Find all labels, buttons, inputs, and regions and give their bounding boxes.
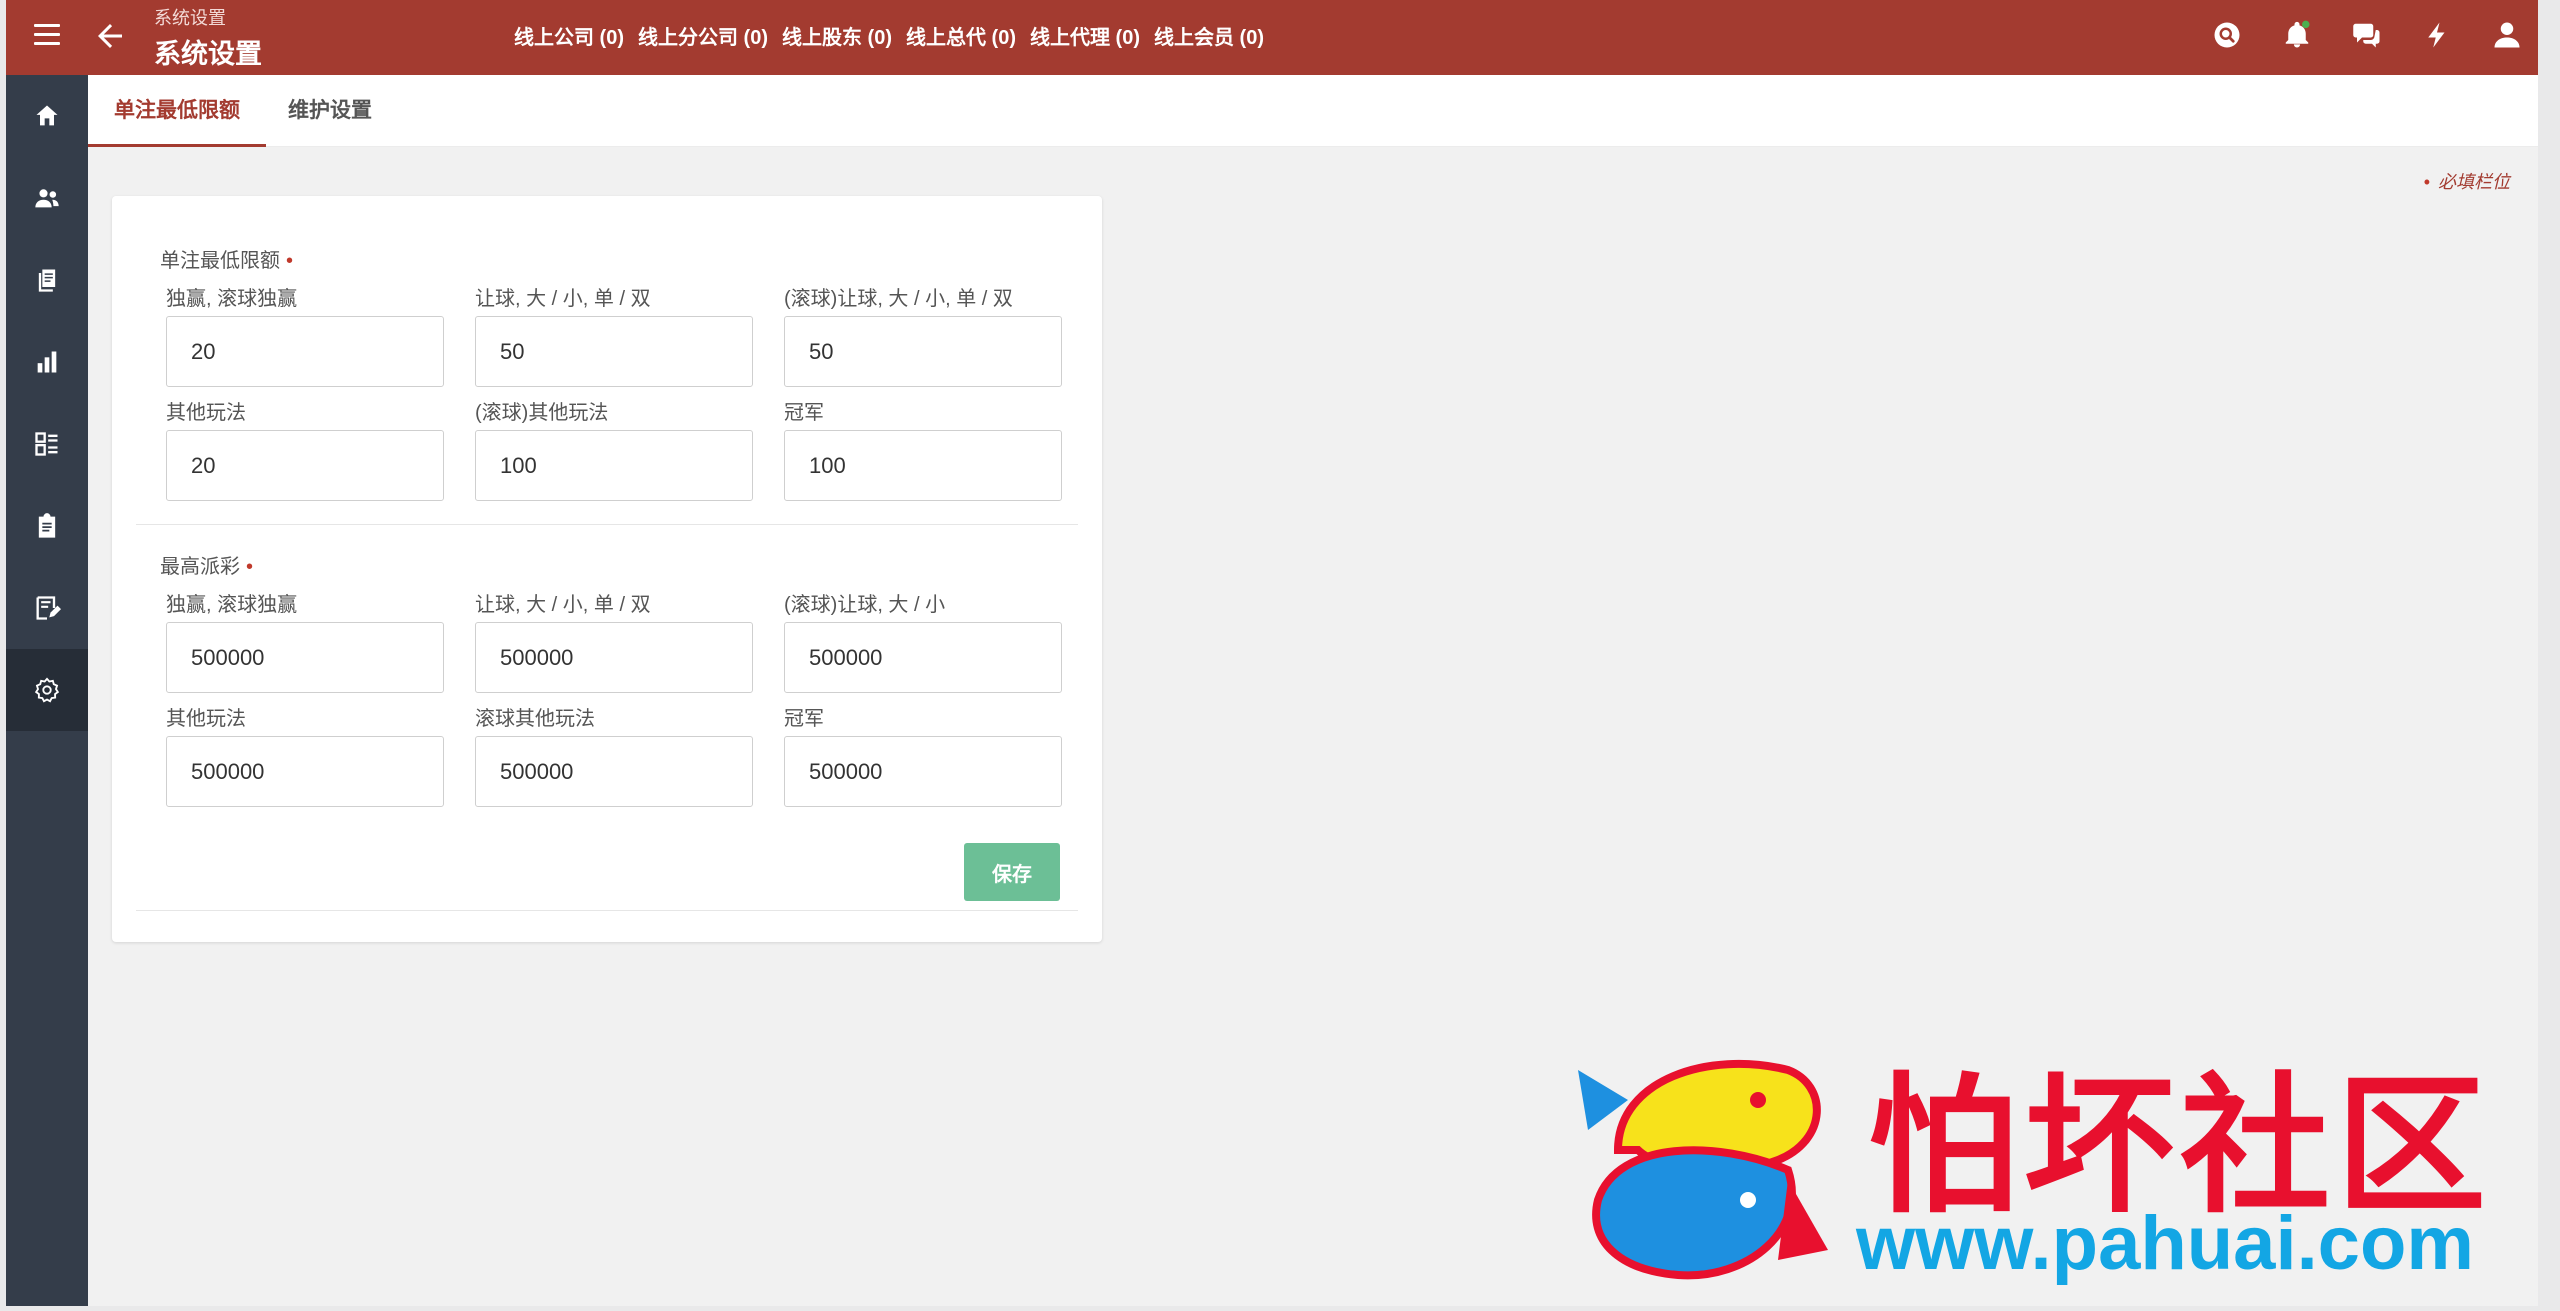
sidebar-item-list[interactable] bbox=[6, 403, 88, 485]
field-label: 让球, 大 / 小, 单 / 双 bbox=[475, 594, 651, 616]
nav-online-shareholder[interactable]: 线上股东 (0) bbox=[782, 21, 892, 50]
app-frame: 系统设置 系统设置 线上公司 (0) 线上分公司 (0) 线上股东 (0) 线上… bbox=[6, 0, 2538, 1306]
sidebar bbox=[6, 75, 88, 1306]
watermark-url: www.pahuai.com bbox=[1856, 1201, 2474, 1286]
breadcrumb: 系统设置 bbox=[154, 8, 226, 28]
settings-card: 单注最低限额 • 独赢, 滚球独赢 让球, 大 / 小, 单 / 双 (滚球)让球… bbox=[112, 196, 1102, 942]
min-bet-live-other-input[interactable] bbox=[475, 430, 753, 501]
field-label: 滚球其他玩法 bbox=[475, 708, 595, 730]
sidebar-item-reports[interactable] bbox=[6, 321, 88, 403]
list-icon bbox=[35, 432, 58, 456]
required-note-text: 必填栏位 bbox=[2438, 172, 2510, 192]
chat-icon[interactable] bbox=[2352, 20, 2382, 50]
save-button[interactable]: 保存 bbox=[964, 843, 1060, 901]
min-bet-champion-input[interactable] bbox=[784, 430, 1062, 501]
settings-icon bbox=[34, 677, 60, 703]
search-icon[interactable] bbox=[2212, 20, 2242, 50]
top-bar: 系统设置 系统设置 线上公司 (0) 线上分公司 (0) 线上股东 (0) 线上… bbox=[6, 0, 2538, 75]
sidebar-item-settings[interactable] bbox=[6, 649, 88, 731]
min-bet-win-input[interactable] bbox=[166, 316, 444, 387]
sidebar-item-edit-report[interactable] bbox=[6, 567, 88, 649]
watermark-fish-logo-icon bbox=[1558, 1030, 1838, 1290]
nav-online-agent[interactable]: 线上代理 (0) bbox=[1030, 21, 1140, 50]
field-label: 独赢, 滚球独赢 bbox=[166, 288, 298, 310]
field-label: (滚球)其他玩法 bbox=[475, 402, 609, 424]
nav-online-branch[interactable]: 线上分公司 (0) bbox=[638, 21, 768, 50]
user-icon[interactable] bbox=[2492, 20, 2522, 50]
field-label: 其他玩法 bbox=[166, 402, 246, 424]
max-payout-live-handicap-input[interactable] bbox=[784, 622, 1062, 693]
top-nav: 线上公司 (0) 线上分公司 (0) 线上股东 (0) 线上总代 (0) 线上代… bbox=[514, 21, 1264, 50]
home-icon bbox=[36, 105, 58, 126]
tab-bar: 单注最低限额 维护设置 bbox=[88, 75, 2538, 147]
section-title-text: 单注最低限额 bbox=[160, 250, 280, 272]
clipboard-icon bbox=[38, 513, 56, 538]
section-divider bbox=[136, 524, 1078, 525]
sidebar-item-users[interactable] bbox=[6, 157, 88, 239]
bell-icon[interactable] bbox=[2282, 20, 2312, 50]
nav-online-company[interactable]: 线上公司 (0) bbox=[514, 21, 624, 50]
sidebar-item-documents[interactable] bbox=[6, 239, 88, 321]
field-label: 冠军 bbox=[784, 402, 824, 424]
max-payout-champion-input[interactable] bbox=[784, 736, 1062, 807]
max-payout-other-input[interactable] bbox=[166, 736, 444, 807]
section-title-max-payout: 最高派彩 • bbox=[160, 550, 253, 579]
max-payout-handicap-input[interactable] bbox=[475, 622, 753, 693]
edit-report-icon bbox=[36, 596, 61, 620]
card-footer-divider bbox=[136, 910, 1078, 911]
field-label: 让球, 大 / 小, 单 / 双 bbox=[475, 288, 651, 310]
users-icon bbox=[35, 189, 59, 208]
field-label: (滚球)让球, 大 / 小 bbox=[784, 594, 946, 616]
documents-icon bbox=[38, 269, 56, 292]
required-marker: • bbox=[286, 250, 294, 272]
section-title-text: 最高派彩 bbox=[160, 556, 240, 578]
required-note: • 必填栏位 bbox=[2424, 168, 2510, 194]
bar-chart-icon bbox=[37, 351, 57, 373]
max-payout-win-input[interactable] bbox=[166, 622, 444, 693]
required-dot: • bbox=[2423, 172, 2430, 192]
field-label: 独赢, 滚球独赢 bbox=[166, 594, 298, 616]
max-payout-live-other-input[interactable] bbox=[475, 736, 753, 807]
tab-min-bet[interactable]: 单注最低限额 bbox=[88, 75, 266, 147]
nav-online-member[interactable]: 线上会员 (0) bbox=[1154, 21, 1264, 50]
sidebar-item-clipboard[interactable] bbox=[6, 485, 88, 567]
nav-online-general-agent[interactable]: 线上总代 (0) bbox=[906, 21, 1016, 50]
field-label: 其他玩法 bbox=[166, 708, 246, 730]
field-label: (滚球)让球, 大 / 小, 单 / 双 bbox=[784, 288, 1013, 310]
min-bet-other-input[interactable] bbox=[166, 430, 444, 501]
min-bet-handicap-input[interactable] bbox=[475, 316, 753, 387]
menu-toggle-icon[interactable] bbox=[34, 22, 62, 46]
section-title-min-bet: 单注最低限额 • bbox=[160, 244, 293, 273]
back-arrow-icon[interactable] bbox=[92, 18, 128, 54]
field-label: 冠军 bbox=[784, 708, 824, 730]
required-marker: • bbox=[246, 556, 254, 578]
min-bet-live-handicap-input[interactable] bbox=[784, 316, 1062, 387]
sidebar-item-home[interactable] bbox=[6, 75, 88, 157]
flash-icon[interactable] bbox=[2422, 20, 2452, 50]
page-title: 系统设置 bbox=[154, 39, 262, 69]
tab-maintenance[interactable]: 维护设置 bbox=[266, 75, 394, 147]
